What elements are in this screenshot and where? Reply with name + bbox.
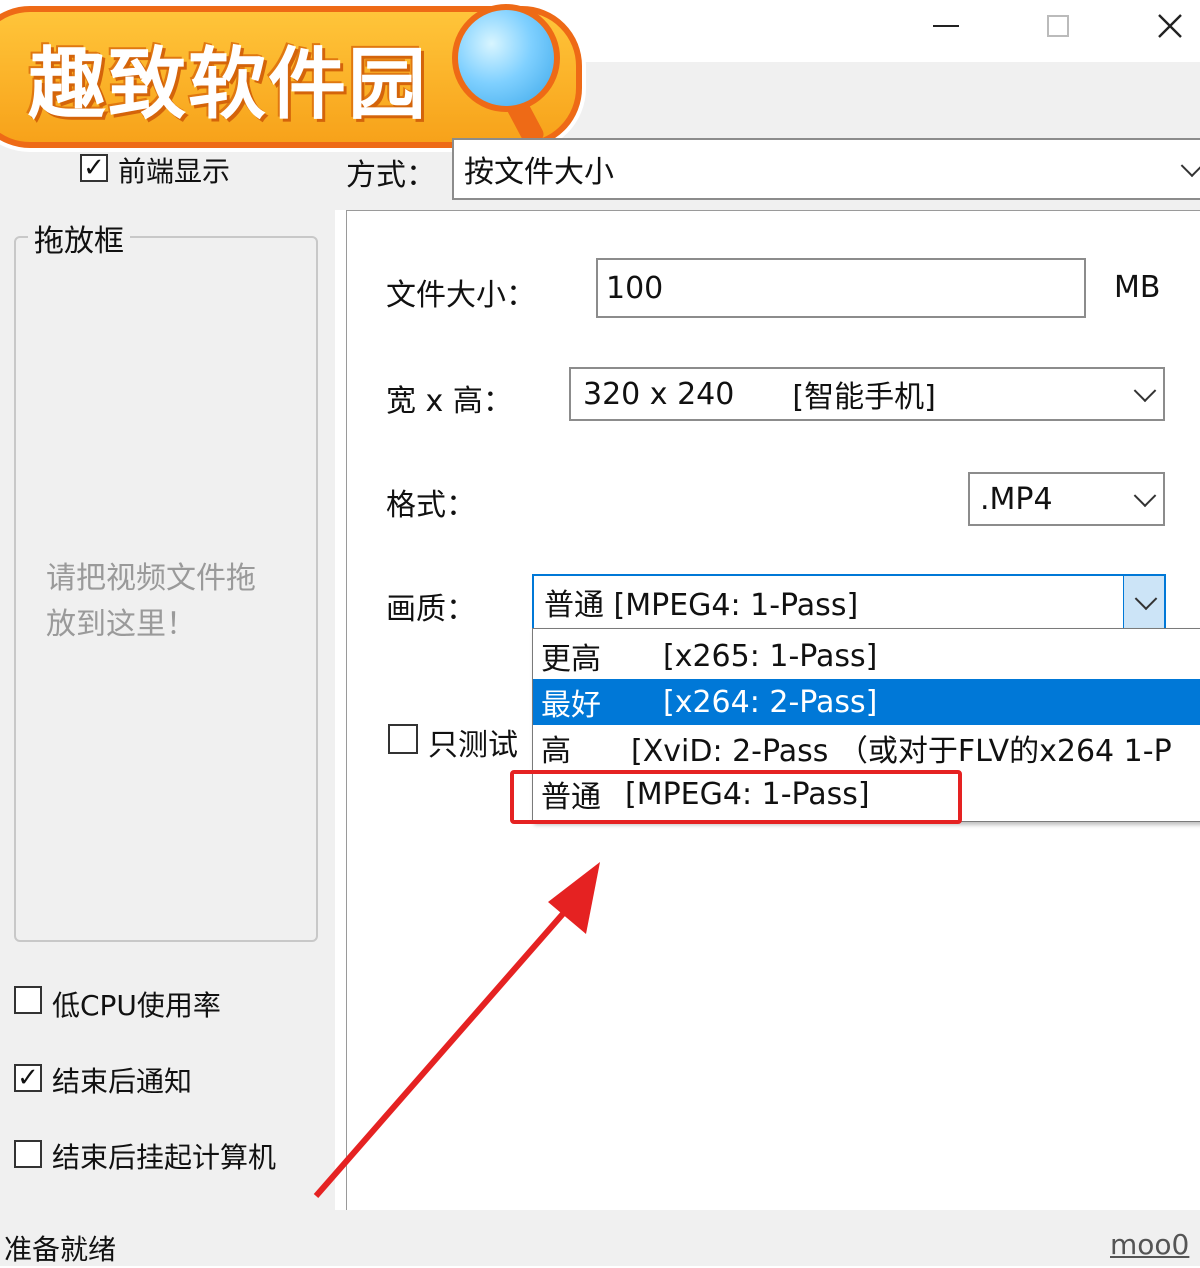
drop-box-title: 拖放框 [28, 216, 130, 260]
format-label: 格式： [386, 488, 476, 523]
resolution-device: [智能手机] [792, 380, 936, 415]
chevron-down-icon [1180, 154, 1200, 178]
notify-checkbox[interactable]: ✓ [14, 1064, 42, 1092]
drop-hint: 请把视频文件拖 放到这里！ [46, 556, 306, 648]
close-button[interactable] [1140, 0, 1200, 52]
status-text: 准备就绪 [4, 1233, 117, 1266]
resolution-label: 宽 x 高： [386, 384, 513, 419]
low-cpu-label: 低CPU使用率 [52, 989, 221, 1022]
drop-hint-line1: 请把视频文件拖 [46, 561, 256, 596]
mode-select[interactable]: 按文件大小 [452, 138, 1200, 200]
resolution-select[interactable]: 320 x 240 [智能手机] [569, 367, 1165, 421]
file-size-value: 100 [606, 270, 664, 306]
quality-option-higher[interactable]: 更高 [x265: 1-Pass] [533, 633, 1200, 679]
file-size-unit: MB [1114, 270, 1161, 305]
chevron-down-icon [1133, 484, 1157, 508]
mode-value: 按文件大小 [464, 155, 614, 190]
test-only-label: 只测试 [428, 728, 518, 763]
test-only-checkbox[interactable] [388, 724, 418, 754]
minimize-button[interactable] [916, 0, 976, 52]
option-name: 高 [541, 734, 571, 769]
check-icon: ✓ [17, 1063, 39, 1093]
magnifier-icon [452, 4, 560, 112]
annotation-arrow-icon [313, 862, 600, 1198]
drop-hint-line2: 放到这里！ [46, 607, 196, 642]
option-name: 最好 [541, 688, 601, 723]
quality-option-high[interactable]: 高 [XviD: 2-Pass （或对于FLV的x264 1-P [533, 725, 1200, 771]
quality-select[interactable]: 普通 [MPEG4: 1-Pass] [532, 574, 1166, 630]
resolution-value: 320 x 240 [583, 376, 735, 412]
notify-label: 结束后通知 [52, 1065, 193, 1098]
mode-label: 方式： [346, 158, 436, 193]
suspend-label: 结束后挂起计算机 [52, 1141, 277, 1174]
status-bar [0, 1210, 1200, 1266]
site-logo-text: 趣致软件园 [28, 39, 429, 130]
quality-value: 普通 [MPEG4: 1-Pass] [544, 588, 859, 623]
check-icon: ✓ [83, 153, 105, 183]
chevron-down-icon [1133, 379, 1157, 403]
close-icon [1158, 14, 1182, 38]
minimize-icon [933, 25, 959, 27]
file-size-input[interactable]: 100 [596, 258, 1086, 318]
option-codec: [x264: 2-Pass] [663, 684, 878, 720]
quality-option-best[interactable]: 最好 [x264: 2-Pass] [533, 679, 1200, 725]
file-size-label: 文件大小： [386, 278, 536, 313]
front-display-label: 前端显示 [118, 155, 231, 188]
format-select[interactable]: .MP4 [968, 472, 1165, 526]
annotation-highlight-box [510, 770, 962, 824]
format-value: .MP4 [980, 481, 1053, 517]
maximize-button[interactable] [1028, 0, 1088, 52]
quality-label: 画质： [386, 592, 476, 627]
option-name: 更高 [541, 642, 601, 677]
moo0-link[interactable]: moo0 [1110, 1228, 1189, 1261]
option-codec: [x265: 1-Pass] [663, 638, 878, 674]
option-codec: [XviD: 2-Pass （或对于FLV的x264 1-P [631, 734, 1172, 769]
suspend-checkbox[interactable] [14, 1140, 42, 1168]
low-cpu-checkbox[interactable] [14, 986, 42, 1014]
front-display-checkbox[interactable]: ✓ [80, 154, 108, 182]
maximize-icon [1047, 15, 1069, 37]
